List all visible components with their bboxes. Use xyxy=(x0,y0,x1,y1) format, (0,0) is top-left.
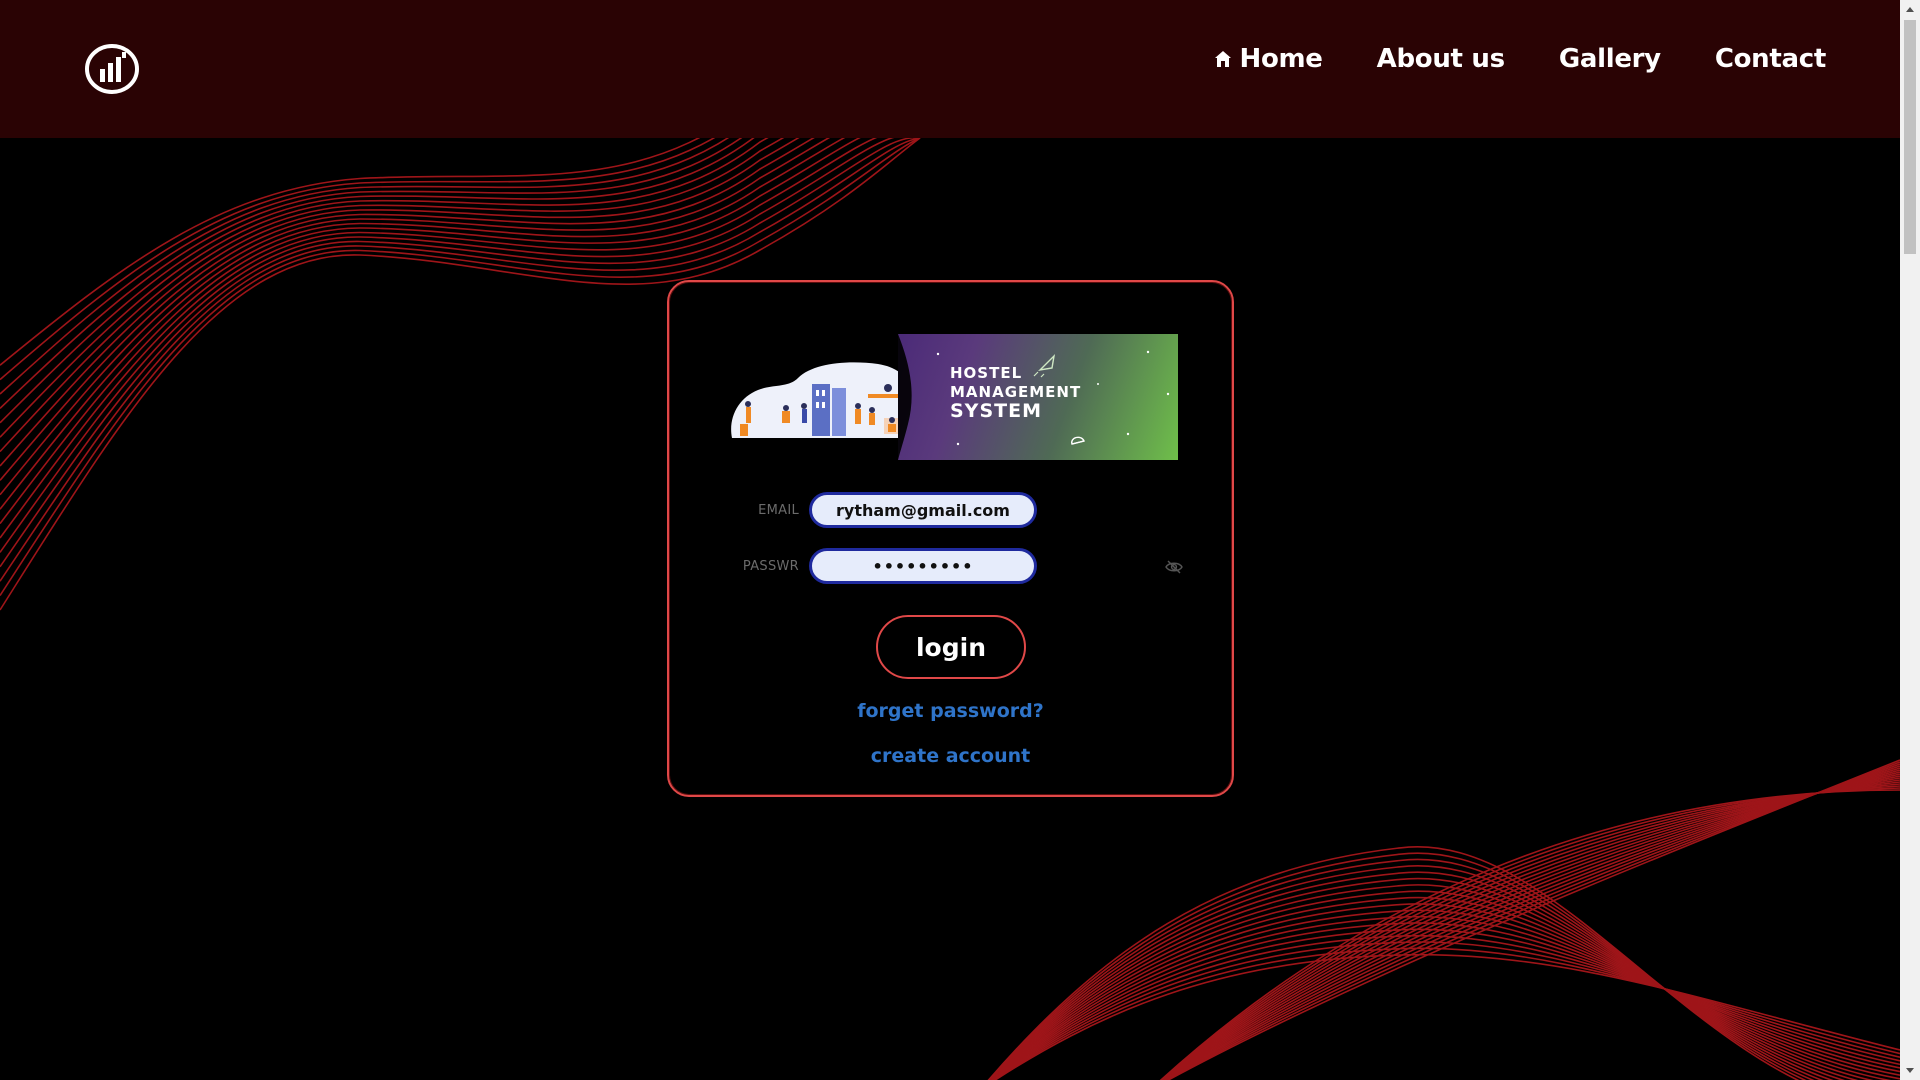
hostel-banner: HOSTEL MANAGEMENT SYSTEM xyxy=(728,334,1178,460)
email-input[interactable] xyxy=(809,492,1037,528)
login-button[interactable]: login xyxy=(876,615,1026,679)
email-label: EMAIL xyxy=(758,502,799,518)
scroll-thumb[interactable] xyxy=(1904,20,1916,254)
banner-line-3: SYSTEM xyxy=(950,400,1042,422)
password-input[interactable] xyxy=(809,548,1037,584)
login-card: HOSTEL MANAGEMENT SYSTEM EMAIL PASSWR lo… xyxy=(667,280,1234,797)
eye-slash-icon[interactable] xyxy=(1165,559,1183,575)
password-row: PASSWR xyxy=(739,548,1183,584)
nav-home-label: Home xyxy=(1239,44,1323,74)
nav-about-label: About us xyxy=(1376,44,1505,74)
nav-gallery[interactable]: Gallery xyxy=(1559,44,1661,74)
nav-home[interactable]: Home xyxy=(1213,44,1323,74)
home-icon xyxy=(1215,51,1232,67)
hostel-illustration xyxy=(731,362,911,438)
signal-chart-logo-icon[interactable] xyxy=(84,42,140,96)
forgot-password-link[interactable]: forget password? xyxy=(669,700,1232,722)
password-label: PASSWR xyxy=(742,558,799,574)
nav-contact-label: Contact xyxy=(1714,44,1826,74)
vertical-scrollbar[interactable] xyxy=(1900,0,1920,1080)
nav-gallery-label: Gallery xyxy=(1558,44,1661,74)
top-navigation-bar: Home About us Gallery Contact xyxy=(0,0,1900,138)
banner-title: HOSTEL MANAGEMENT SYSTEM xyxy=(950,364,1081,421)
scroll-up-arrow-icon[interactable] xyxy=(1900,0,1920,18)
create-account-link[interactable]: create account xyxy=(669,745,1232,767)
scroll-down-arrow-icon[interactable] xyxy=(1900,1062,1920,1080)
page-viewport: Home About us Gallery Contact HOSTEL MAN… xyxy=(0,0,1900,1080)
email-row: EMAIL xyxy=(739,492,1037,528)
nav-contact[interactable]: Contact xyxy=(1715,44,1826,74)
main-nav: Home About us Gallery Contact xyxy=(1213,44,1826,74)
banner-line-1: HOSTEL xyxy=(950,364,1023,382)
nav-about-us[interactable]: About us xyxy=(1377,44,1505,74)
